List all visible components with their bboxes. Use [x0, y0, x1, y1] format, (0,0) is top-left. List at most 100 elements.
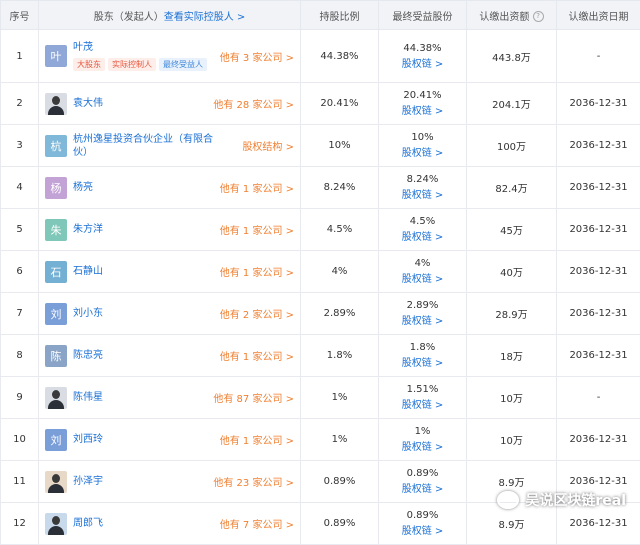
- holder-companies-link[interactable]: 他有 7 家公司 >: [220, 516, 294, 531]
- cell-final: 44.38% 股权链 >: [379, 30, 467, 83]
- equity-chain-link[interactable]: 股权链 >: [379, 102, 466, 117]
- tag-list: 大股东实际控制人最终受益人: [73, 58, 216, 71]
- cell-seq: 4: [1, 167, 39, 209]
- header-holder-label: 股东（发起人）: [94, 12, 164, 23]
- equity-chain-link[interactable]: 股权链 >: [379, 438, 466, 453]
- holder-companies-link[interactable]: 他有 1 家公司 >: [220, 180, 294, 195]
- avatar[interactable]: 叶: [45, 45, 67, 67]
- final-share-value: 0.89%: [407, 510, 439, 521]
- holder-companies-link[interactable]: 他有 1 家公司 >: [220, 432, 294, 447]
- info-icon[interactable]: ?: [533, 11, 544, 22]
- cell-ratio: 1%: [301, 419, 379, 461]
- cell-final: 1.51% 股权链 >: [379, 377, 467, 419]
- final-share-value: 4.5%: [410, 216, 435, 227]
- avatar[interactable]: 杭: [45, 135, 67, 157]
- avatar[interactable]: [45, 93, 67, 115]
- table-row: 5 朱 朱方洋 他有 1 家公司 > 4.5% 4.5% 股权链 > 45万 2…: [1, 209, 640, 251]
- holder-name-link[interactable]: 陈伟星: [73, 391, 209, 404]
- equity-chain-link[interactable]: 股权链 >: [379, 55, 466, 70]
- cell-ratio: 1%: [301, 377, 379, 419]
- watermark: 吴说区块链real: [497, 490, 626, 510]
- avatar[interactable]: 石: [45, 261, 67, 283]
- cell-ratio: 2.89%: [301, 293, 379, 335]
- cell-final: 0.89% 股权链 >: [379, 461, 467, 503]
- header-final: 最终受益股份: [379, 1, 467, 30]
- cell-holder: 袁大伟 他有 28 家公司 >: [39, 83, 301, 125]
- header-seq: 序号: [1, 1, 39, 30]
- holder-name-link[interactable]: 杭州逸星投资合伙企业（有限合伙）: [73, 133, 213, 159]
- cell-final: 4.5% 股权链 >: [379, 209, 467, 251]
- cell-holder: 杨 杨亮 他有 1 家公司 >: [39, 167, 301, 209]
- cell-seq: 5: [1, 209, 39, 251]
- header-holder: 股东（发起人）查看实际控股人 >: [39, 1, 301, 30]
- equity-chain-link[interactable]: 股权链 >: [379, 396, 466, 411]
- final-share-value: 44.38%: [403, 43, 441, 54]
- holder-companies-link[interactable]: 他有 3 家公司 >: [220, 49, 294, 64]
- view-actual-controller-link[interactable]: 查看实际控股人 >: [164, 12, 246, 23]
- equity-chain-link[interactable]: 股权链 >: [379, 186, 466, 201]
- holder-name-link[interactable]: 叶茂: [73, 41, 213, 54]
- cell-holder: 孙泽宇 他有 23 家公司 >: [39, 461, 301, 503]
- holder-name-link[interactable]: 袁大伟: [73, 97, 209, 110]
- cell-seq: 1: [1, 30, 39, 83]
- holder-name-link[interactable]: 朱方洋: [73, 223, 213, 236]
- cell-date: -: [557, 30, 640, 83]
- equity-chain-link[interactable]: 股权链 >: [379, 522, 466, 537]
- holder-companies-link[interactable]: 他有 1 家公司 >: [220, 222, 294, 237]
- avatar[interactable]: 刘: [45, 429, 67, 451]
- holder-companies-link[interactable]: 他有 87 家公司 >: [213, 390, 294, 405]
- cell-final: 0.89% 股权链 >: [379, 503, 467, 545]
- header-capital-label: 认缴出资额: [479, 12, 529, 23]
- cell-capital: 82.4万: [467, 167, 557, 209]
- cell-holder: 陈 陈忠亮 他有 1 家公司 >: [39, 335, 301, 377]
- equity-chain-link[interactable]: 股权链 >: [379, 270, 466, 285]
- equity-chain-link[interactable]: 股权链 >: [379, 228, 466, 243]
- cell-ratio: 44.38%: [301, 30, 379, 83]
- cell-capital: 10万: [467, 419, 557, 461]
- cell-final: 10% 股权链 >: [379, 125, 467, 167]
- holder-companies-link[interactable]: 他有 28 家公司 >: [213, 96, 294, 111]
- equity-chain-link[interactable]: 股权链 >: [379, 312, 466, 327]
- cell-final: 4% 股权链 >: [379, 251, 467, 293]
- holder-name-link[interactable]: 杨亮: [73, 181, 213, 194]
- avatar[interactable]: [45, 471, 67, 493]
- holder-name-link[interactable]: 孙泽宇: [73, 475, 209, 488]
- cell-date: -: [557, 377, 640, 419]
- avatar[interactable]: [45, 387, 67, 409]
- holder-name-link[interactable]: 陈忠亮: [73, 349, 213, 362]
- avatar[interactable]: 陈: [45, 345, 67, 367]
- cell-holder: 刘 刘小东 他有 2 家公司 >: [39, 293, 301, 335]
- final-share-value: 1%: [415, 426, 431, 437]
- avatar[interactable]: [45, 513, 67, 535]
- cell-ratio: 1.8%: [301, 335, 379, 377]
- header-date: 认缴出资日期: [557, 1, 640, 30]
- holder-name-link[interactable]: 石静山: [73, 265, 213, 278]
- equity-chain-link[interactable]: 股权链 >: [379, 144, 466, 159]
- cell-capital: 100万: [467, 125, 557, 167]
- cell-date: 2036-12-31: [557, 419, 640, 461]
- equity-chain-link[interactable]: 股权链 >: [379, 354, 466, 369]
- holder-companies-link[interactable]: 他有 2 家公司 >: [220, 306, 294, 321]
- holder-companies-link[interactable]: 他有 23 家公司 >: [213, 474, 294, 489]
- holder-name-link[interactable]: 刘西玲: [73, 433, 213, 446]
- cell-date: 2036-12-31: [557, 125, 640, 167]
- cell-final: 1.8% 股权链 >: [379, 335, 467, 377]
- final-share-value: 4%: [415, 258, 431, 269]
- cell-seq: 2: [1, 83, 39, 125]
- holder-name-link[interactable]: 刘小东: [73, 307, 213, 320]
- equity-chain-link[interactable]: 股权链 >: [379, 480, 466, 495]
- cell-seq: 8: [1, 335, 39, 377]
- table-header: 序号 股东（发起人）查看实际控股人 > 持股比例 最终受益股份 认缴出资额 ? …: [1, 1, 640, 30]
- cell-seq: 12: [1, 503, 39, 545]
- final-share-value: 0.89%: [407, 468, 439, 479]
- table-row: 10 刘 刘西玲 他有 1 家公司 > 1% 1% 股权链 > 10万 2036…: [1, 419, 640, 461]
- avatar[interactable]: 刘: [45, 303, 67, 325]
- holder-companies-link[interactable]: 他有 1 家公司 >: [220, 264, 294, 279]
- final-share-value: 1.51%: [407, 384, 439, 395]
- avatar[interactable]: 杨: [45, 177, 67, 199]
- cell-ratio: 4%: [301, 251, 379, 293]
- holder-companies-link[interactable]: 他有 1 家公司 >: [220, 348, 294, 363]
- holder-name-link[interactable]: 周郎飞: [73, 517, 213, 530]
- holder-companies-link[interactable]: 股权结构 >: [242, 138, 294, 153]
- avatar[interactable]: 朱: [45, 219, 67, 241]
